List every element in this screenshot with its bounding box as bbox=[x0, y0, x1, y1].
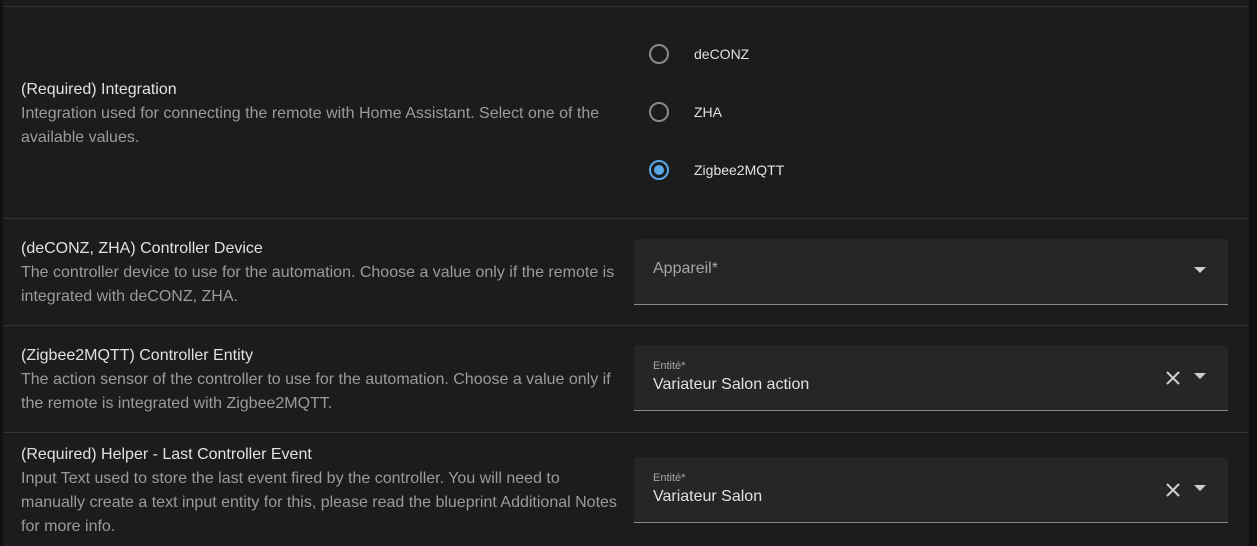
menu-down-icon[interactable] bbox=[1194, 485, 1206, 491]
helper-last-event-picker[interactable]: Entité* Variateur Salon bbox=[634, 457, 1228, 523]
radio-label-zigbee2mqtt: Zigbee2MQTT bbox=[694, 162, 785, 178]
controller-entity-description-block: (Zigbee2MQTT) Controller Entity The acti… bbox=[21, 344, 621, 416]
controller-device-placeholder: Appareil* bbox=[653, 260, 718, 277]
controller-entity-field-label: Entité* bbox=[653, 360, 686, 372]
controller-entity-row: (Zigbee2MQTT) Controller Entity The acti… bbox=[3, 325, 1249, 432]
radio-option-deconz[interactable]: deCONZ bbox=[649, 39, 749, 69]
controller-device-description-block: (deCONZ, ZHA) Controller Device The cont… bbox=[21, 237, 621, 309]
menu-down-icon[interactable] bbox=[1194, 373, 1206, 379]
integration-title: (Required) Integration bbox=[21, 81, 177, 98]
radio-option-zigbee2mqtt[interactable]: Zigbee2MQTT bbox=[649, 155, 784, 185]
controller-device-row: (deCONZ, ZHA) Controller Device The cont… bbox=[3, 218, 1249, 325]
radio-unchecked-icon[interactable] bbox=[649, 44, 669, 64]
radio-dot-icon bbox=[654, 165, 664, 175]
helper-last-event-description: Input Text used to store the last event … bbox=[21, 470, 617, 535]
controller-device-title: (deCONZ, ZHA) Controller Device bbox=[21, 240, 263, 257]
integration-row: (Required) Integration Integration used … bbox=[3, 6, 1249, 218]
helper-last-event-field-label: Entité* bbox=[653, 472, 686, 484]
close-icon[interactable] bbox=[1164, 481, 1182, 499]
close-icon[interactable] bbox=[1164, 369, 1182, 387]
controller-entity-picker[interactable]: Entité* Variateur Salon action bbox=[634, 345, 1228, 411]
helper-last-event-description-block: (Required) Helper - Last Controller Even… bbox=[21, 443, 621, 539]
helper-last-event-title: (Required) Helper - Last Controller Even… bbox=[21, 446, 312, 463]
controller-entity-value[interactable]: Variateur Salon action bbox=[653, 376, 809, 394]
integration-description-block: (Required) Integration Integration used … bbox=[21, 78, 621, 150]
controller-entity-description: The action sensor of the controller to u… bbox=[21, 371, 611, 412]
radio-unchecked-icon[interactable] bbox=[649, 102, 669, 122]
controller-device-picker[interactable]: Appareil* bbox=[634, 239, 1228, 305]
controller-device-description: The controller device to use for the aut… bbox=[21, 264, 615, 305]
radio-label-zha: ZHA bbox=[694, 104, 722, 120]
menu-down-icon[interactable] bbox=[1194, 267, 1206, 273]
radio-checked-icon[interactable] bbox=[649, 160, 669, 180]
integration-description: Integration used for connecting the remo… bbox=[21, 105, 600, 146]
helper-last-event-value[interactable]: Variateur Salon bbox=[653, 488, 762, 506]
blueprint-inputs-card: (Required) Integration Integration used … bbox=[3, 0, 1249, 546]
radio-option-zha[interactable]: ZHA bbox=[649, 97, 722, 127]
radio-label-deconz: deCONZ bbox=[694, 46, 750, 62]
controller-entity-title: (Zigbee2MQTT) Controller Entity bbox=[21, 347, 254, 364]
helper-last-event-row: (Required) Helper - Last Controller Even… bbox=[3, 432, 1249, 546]
